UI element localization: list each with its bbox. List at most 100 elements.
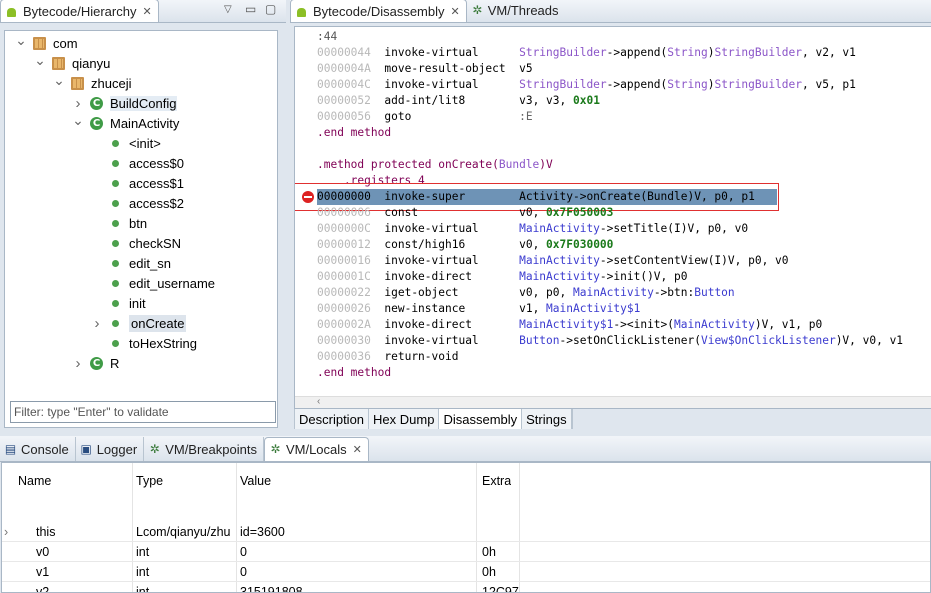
code-line[interactable]: 0000000C invoke-virtual MainActivity->se… bbox=[317, 221, 748, 237]
table-row[interactable]: v2 int 315191808 12C97 bbox=[2, 582, 930, 592]
column-header[interactable]: Type bbox=[136, 474, 163, 488]
tree-item-buildconfig[interactable]: › C BuildConfig bbox=[72, 93, 177, 113]
opcode: move-result-object bbox=[384, 62, 520, 75]
code-line[interactable]: .method protected onCreate(Bundle)V bbox=[317, 157, 553, 173]
scroll-left-icon[interactable]: ‹ bbox=[317, 396, 320, 407]
tree-item-checksn[interactable]: checkSN bbox=[91, 233, 181, 253]
close-icon[interactable]: ✕ bbox=[142, 5, 151, 18]
chevron-right-icon[interactable]: › bbox=[91, 315, 103, 332]
table-row[interactable]: v1 int 0 0h bbox=[2, 562, 930, 582]
close-icon[interactable]: ✕ bbox=[353, 443, 362, 456]
code-line[interactable]: 00000006 const v0, 0x7F050003 bbox=[317, 205, 613, 221]
tree-item-r[interactable]: › C R bbox=[72, 353, 120, 373]
cell-name: v1 bbox=[36, 565, 50, 579]
code-line[interactable]: 00000022 iget-object v0, p0, MainActivit… bbox=[317, 285, 735, 301]
code-line[interactable]: 0000004C invoke-virtual StringBuilder->a… bbox=[317, 77, 856, 93]
tab-hex-dump[interactable]: Hex Dump bbox=[369, 409, 440, 429]
tab-bytecode-hierarchy[interactable]: Bytecode/Hierarchy ✕ bbox=[0, 0, 159, 22]
horizontal-scrollbar[interactable]: ‹ bbox=[295, 396, 931, 408]
code-line[interactable]: 00000012 const/high16 v0, 0x7F030000 bbox=[317, 237, 613, 253]
tab-disassembly[interactable]: Disassembly bbox=[439, 409, 523, 429]
address: 0000004C bbox=[317, 78, 371, 91]
tree-item-access-2[interactable]: access$2 bbox=[91, 193, 184, 213]
tab-vm-locals[interactable]: ✲ VM/Locals ✕ bbox=[263, 437, 369, 461]
tree-item-zhuceji[interactable]: ⌄ zhuceji bbox=[53, 72, 131, 93]
operand: ->setTitle(I)V, p0, v0 bbox=[599, 222, 749, 235]
chevron-down-icon[interactable]: ⌄ bbox=[53, 72, 65, 88]
tree-item-oncreate[interactable]: › onCreate bbox=[91, 313, 187, 333]
code-line[interactable]: 00000056 goto :E bbox=[317, 109, 533, 125]
tree-item-btn[interactable]: btn bbox=[91, 213, 147, 233]
tree-item-label: access$2 bbox=[129, 195, 184, 211]
code-line[interactable]: :44 bbox=[317, 29, 337, 45]
code-line[interactable]: 00000030 invoke-virtual Button->setOnCli… bbox=[317, 333, 903, 349]
chevron-right-icon[interactable]: › bbox=[4, 525, 8, 539]
code-line[interactable]: 0000001C invoke-direct MainActivity->ini… bbox=[317, 269, 687, 285]
opcode: return-void bbox=[384, 350, 520, 363]
tree-item-qianyu[interactable]: ⌄ qianyu bbox=[34, 52, 110, 73]
tab-bytecode-disassembly[interactable]: Bytecode/Disassembly ✕ bbox=[290, 0, 467, 22]
operand: StringBuilder bbox=[714, 46, 803, 59]
tree-item-com[interactable]: ⌄ com bbox=[15, 32, 77, 53]
method-icon bbox=[112, 319, 119, 327]
operand: MainActivity bbox=[519, 254, 600, 267]
table-row[interactable]: › this Lcom/qianyu/zhu id=3600 bbox=[2, 522, 930, 542]
code-line[interactable]: 00000044 invoke-virtual StringBuilder->a… bbox=[317, 45, 856, 61]
column-header[interactable]: Extra bbox=[482, 474, 511, 488]
minimize-icon[interactable]: ▭ bbox=[245, 2, 256, 16]
code-line[interactable]: .end method bbox=[317, 125, 391, 141]
operand: Button bbox=[519, 334, 560, 347]
tree-item-access-0[interactable]: access$0 bbox=[91, 153, 184, 173]
tree-item-edit-sn[interactable]: edit_sn bbox=[91, 253, 171, 273]
close-icon[interactable]: ✕ bbox=[451, 5, 460, 18]
tab-console[interactable]: ▤ Console bbox=[0, 437, 76, 461]
tree-item-label: access$1 bbox=[129, 175, 184, 191]
operand: 0x7F050003 bbox=[546, 206, 614, 219]
maximize-icon[interactable]: ▢ bbox=[265, 2, 276, 16]
operand: String bbox=[667, 78, 708, 91]
method-icon bbox=[112, 139, 119, 147]
code-view[interactable]: :44 00000044 invoke-virtual StringBuilder… bbox=[294, 26, 931, 409]
tree-item-edit-username[interactable]: edit_username bbox=[91, 273, 215, 293]
tree-item-access-1[interactable]: access$1 bbox=[91, 173, 184, 193]
code-line[interactable]: 00000016 invoke-virtual MainActivity->se… bbox=[317, 253, 789, 269]
tree-item-mainactivity[interactable]: ⌄ C MainActivity bbox=[72, 112, 179, 133]
tab-strings[interactable]: Strings bbox=[522, 409, 572, 429]
tab-logger[interactable]: ▣ Logger bbox=[76, 437, 145, 461]
table-row[interactable]: v0 int 0 0h bbox=[2, 542, 930, 562]
chevron-right-icon[interactable]: › bbox=[72, 355, 84, 372]
code-line[interactable]: .end method bbox=[317, 365, 391, 381]
code-line[interactable]: 0000004A move-result-object v5 bbox=[317, 61, 533, 77]
address: 0000002A bbox=[317, 318, 371, 331]
tab-label: Console bbox=[21, 441, 69, 457]
tree-item--init-[interactable]: <init> bbox=[91, 133, 161, 153]
chevron-down-icon[interactable]: ⌄ bbox=[72, 112, 84, 128]
code-line[interactable]: 00000036 return-void bbox=[317, 349, 519, 365]
tree-item-init[interactable]: init bbox=[91, 293, 146, 313]
column-header[interactable]: Name bbox=[18, 474, 51, 488]
code-line[interactable]: 0000002A invoke-direct MainActivity$1-><… bbox=[317, 317, 822, 333]
method-icon bbox=[112, 259, 119, 267]
chevron-down-icon[interactable]: ⌄ bbox=[34, 52, 46, 68]
column-header[interactable]: Value bbox=[240, 474, 271, 488]
tree-item-tohexstring[interactable]: toHexString bbox=[91, 333, 197, 353]
chevron-right-icon[interactable]: › bbox=[72, 95, 84, 112]
tab-vm-breakpoints[interactable]: ✲ VM/Breakpoints bbox=[144, 437, 264, 461]
debug-icon: ✲ bbox=[472, 3, 483, 17]
tab-vm-threads[interactable]: ✲ VM/Threads bbox=[467, 0, 565, 22]
code-line[interactable]: 00000026 new-instance v1, MainActivity$1 bbox=[317, 301, 640, 317]
breakpoint-icon[interactable] bbox=[302, 191, 314, 203]
tab-description[interactable]: Description bbox=[295, 409, 370, 429]
operand: v0, bbox=[519, 238, 547, 251]
filter-input[interactable]: Filter: type "Enter" to validate bbox=[10, 401, 276, 423]
chevron-down-icon[interactable]: ⌄ bbox=[15, 32, 27, 48]
code-line[interactable]: 00000052 add-int/lit8 v3, v3, 0x01 bbox=[317, 93, 600, 109]
view-menu-icon[interactable]: ▽ bbox=[224, 4, 232, 15]
code-line[interactable]: .registers 4 bbox=[317, 173, 425, 189]
hierarchy-panel: Bytecode/Hierarchy ✕ ▽ ▭ ▢ ⌄ com ⌄ qianyu ⌄ z… bbox=[0, 0, 286, 432]
opcode: invoke-virtual bbox=[384, 334, 520, 347]
package-icon bbox=[52, 56, 65, 70]
code-line[interactable]: 00000000 invoke-super Activity->onCreate… bbox=[295, 183, 779, 211]
